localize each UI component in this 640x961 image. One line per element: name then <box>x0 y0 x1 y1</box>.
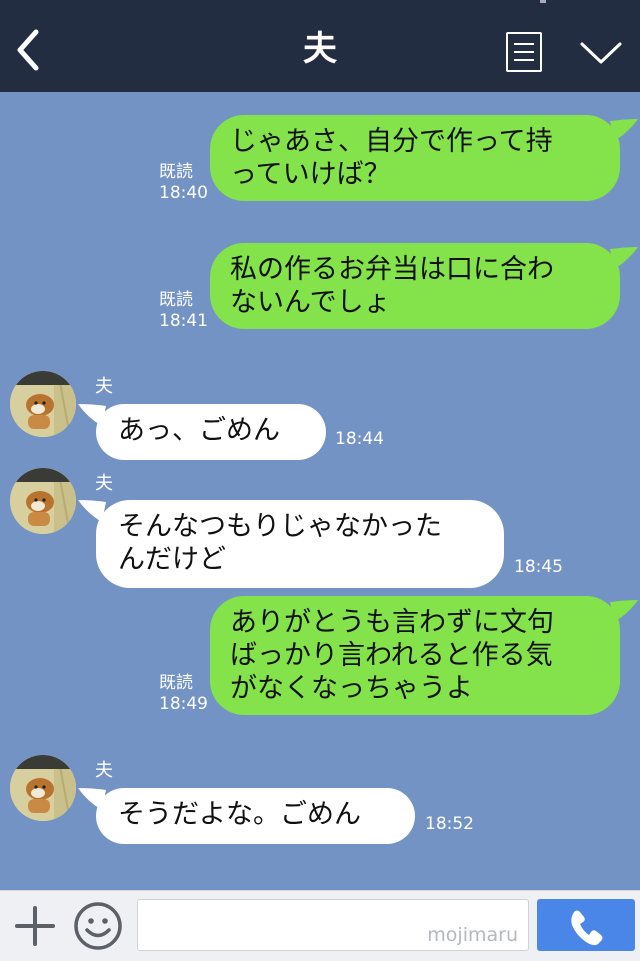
their-message-bubble[interactable]: あっ、ごめん <box>78 404 326 460</box>
bubble-tail <box>610 247 638 269</box>
message-line: がなくなっちゃうよ <box>230 673 473 704</box>
avatar[interactable] <box>10 755 76 821</box>
read-receipt: 既読 <box>159 673 193 693</box>
menu-list-icon-line <box>514 51 534 53</box>
message-time: 18:41 <box>159 311 208 331</box>
menu-button[interactable] <box>506 32 542 72</box>
dog-photo-icon <box>10 468 76 534</box>
message-time: 18:44 <box>335 429 384 449</box>
message-input[interactable]: mojimaru <box>137 899 529 951</box>
dog-photo-icon <box>10 755 76 821</box>
sender-name: 夫 <box>95 473 113 494</box>
message-meta: 既読 18:41 <box>159 290 208 332</box>
bubble-tail <box>78 500 106 522</box>
read-receipt: 既読 <box>159 290 193 310</box>
back-button[interactable] <box>12 28 48 72</box>
message-time: 18:40 <box>159 183 208 203</box>
message-line: そんなつもりじゃなかった <box>118 511 442 542</box>
message-time: 18:45 <box>514 557 563 577</box>
message-line: 私の作るお弁当は口に合わ <box>230 254 554 285</box>
message-line: っていけば？ <box>230 159 391 190</box>
sender-name: 夫 <box>95 760 113 781</box>
message-line: じゃあさ、自分で作って持 <box>230 126 553 157</box>
chat-header: 夫 <box>0 0 640 92</box>
message-line: んだけど <box>118 544 226 575</box>
avatar[interactable] <box>10 371 76 437</box>
status-bar-indicator <box>540 0 546 3</box>
chevron-down-icon <box>580 42 622 64</box>
message-list[interactable]: 既読 18:40 じゃあさ、自分で作って持 っていけば？ 既読 18:41 私の… <box>0 92 640 890</box>
smiley-icon <box>74 902 122 950</box>
message-time: 18:49 <box>159 694 208 714</box>
sender-name: 夫 <box>95 376 113 397</box>
my-message-bubble[interactable]: じゃあさ、自分で作って持 っていけば？ <box>210 115 638 201</box>
phone-icon <box>571 910 603 946</box>
message-line: そうだよな。ごめん <box>118 799 361 830</box>
watermark-text: mojimaru <box>427 924 518 946</box>
plus-icon <box>15 906 55 946</box>
message-time: 18:52 <box>425 814 474 834</box>
bubble-tail <box>78 788 106 810</box>
my-message-bubble[interactable]: ありがとうも言わずに文句 ばっかり言われると作る気 がなくなっちゃうよ <box>210 596 638 715</box>
call-button[interactable] <box>537 899 635 951</box>
menu-list-icon-line <box>514 43 534 45</box>
message-line: あっ、ごめん <box>118 415 280 446</box>
message-meta: 既読 18:49 <box>159 673 208 715</box>
chevron-left-icon <box>17 29 39 71</box>
message-line: ばっかり言われると作る気 <box>230 640 553 671</box>
input-bar: mojimaru <box>0 890 640 961</box>
bubble-tail <box>78 404 106 426</box>
my-message-bubble[interactable]: 私の作るお弁当は口に合わ ないんでしょ <box>210 243 638 329</box>
message-meta: 既読 18:40 <box>159 162 208 204</box>
message-line: ありがとうも言わずに文句 <box>230 607 554 638</box>
message-line: ないんでしょ <box>230 287 391 318</box>
emoji-button[interactable] <box>73 901 123 951</box>
chat-title: 夫 <box>303 29 337 69</box>
add-attachment-button[interactable] <box>14 905 56 947</box>
avatar[interactable] <box>10 468 76 534</box>
dropdown-button[interactable] <box>578 38 624 68</box>
dog-photo-icon <box>10 371 76 437</box>
read-receipt: 既読 <box>159 162 193 182</box>
menu-list-icon-line <box>514 59 534 61</box>
bubble-tail <box>610 119 638 141</box>
their-message-bubble[interactable]: そうだよな。ごめん <box>78 788 415 844</box>
bubble-tail <box>610 600 638 622</box>
their-message-bubble[interactable]: そんなつもりじゃなかった んだけど <box>78 500 504 588</box>
